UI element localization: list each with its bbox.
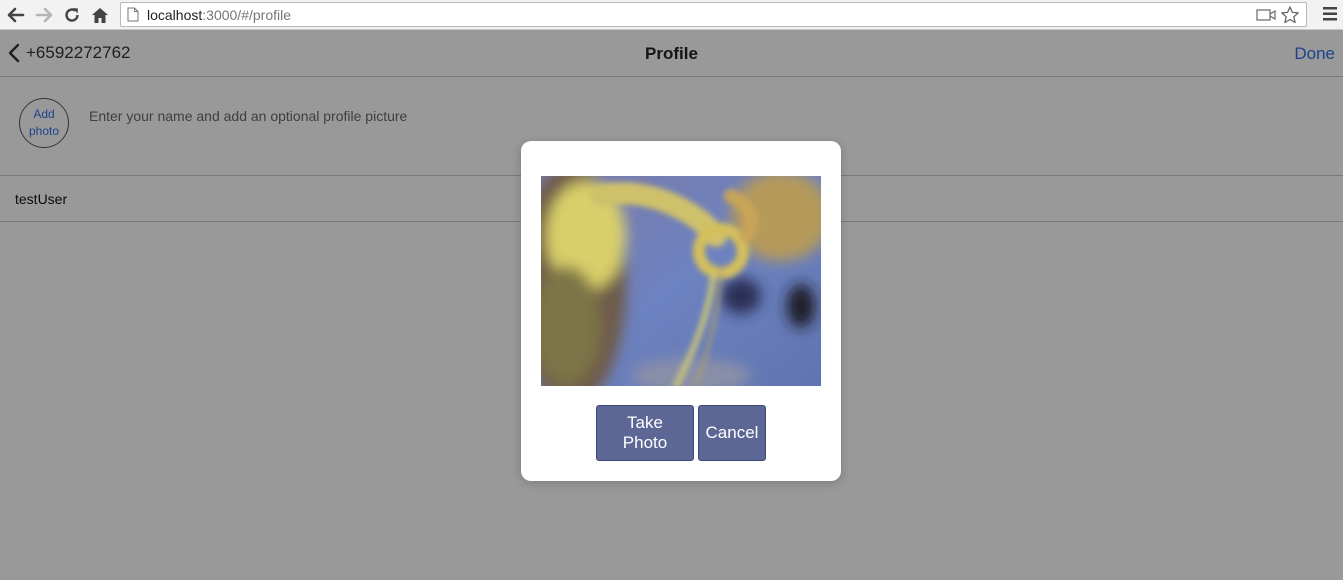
forward-arrow-icon[interactable] [33,4,55,26]
home-icon[interactable] [89,4,111,26]
take-photo-button[interactable]: Take Photo [596,405,694,461]
camera-modal: Take Photo Cancel [521,141,841,481]
url-host: localhost [147,7,203,23]
browser-toolbar: localhost:3000/#/profile [0,0,1343,30]
address-bar[interactable]: localhost:3000/#/profile [120,2,1307,27]
cancel-button[interactable]: Cancel [698,405,766,461]
back-arrow-icon[interactable] [5,4,27,26]
camera-preview [541,176,821,386]
camera-icon[interactable] [1256,8,1276,27]
bookmark-star-icon[interactable] [1280,5,1300,30]
page-icon [127,7,139,27]
url-path: :3000/#/profile [202,7,291,23]
url-text: localhost:3000/#/profile [147,7,291,23]
reload-icon[interactable] [61,4,83,26]
browser-menu-icon[interactable] [1323,6,1337,27]
